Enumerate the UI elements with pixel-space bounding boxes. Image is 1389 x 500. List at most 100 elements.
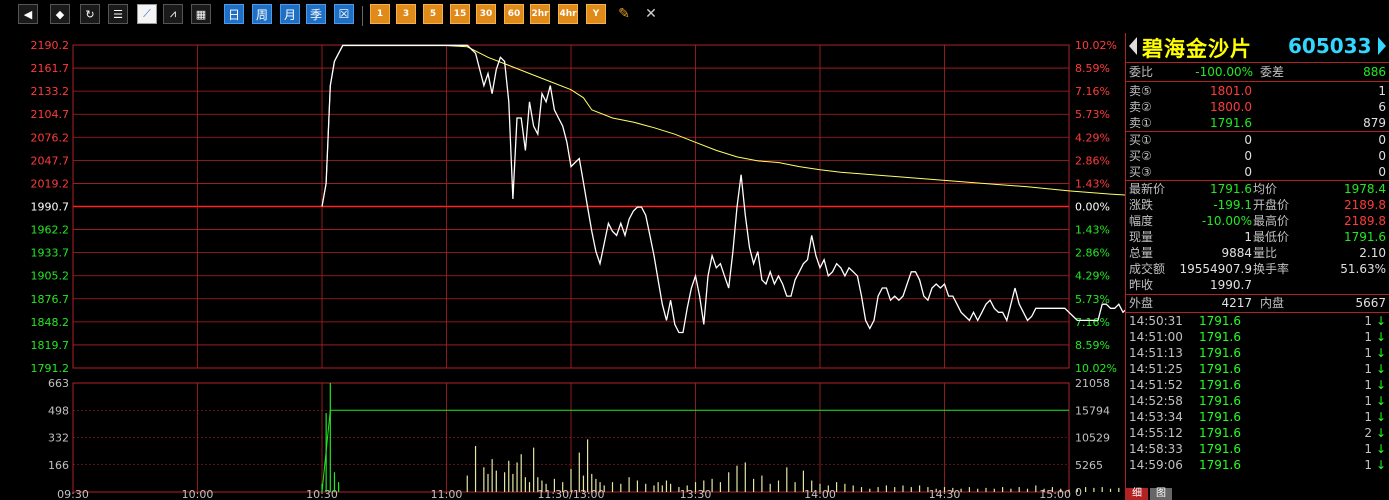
trade-time: 14:51:00 (1129, 330, 1183, 344)
trade-time: 14:58:33 (1129, 442, 1183, 456)
trade-time: 14:52:58 (1129, 394, 1183, 408)
ask-volume: 879 (1363, 116, 1386, 130)
price-tick-label: 2161.7 (31, 62, 70, 75)
quote-panel: 碧海金沙片 605033 委比 -100.00% 委差 886 卖⑤ 1801.0 1 卖② 1… (1125, 33, 1389, 500)
intraday-button[interactable]: ⟋ (137, 4, 157, 24)
down-arrow-icon: ↓ (1375, 314, 1386, 328)
quote-label: 涨跌 (1129, 198, 1154, 212)
trade-volume: 2 (1364, 426, 1372, 440)
trade-volume: 1 (1364, 346, 1372, 360)
ask-row: 卖① 1791.6 879 (1126, 115, 1389, 131)
quote-row: 昨收 1990.7 (1126, 277, 1389, 293)
m60-button[interactable]: 60 (504, 4, 524, 24)
refresh-button[interactable]: ↻ (80, 4, 100, 24)
ask-price: 1800.0 (1210, 100, 1252, 114)
inner-value: 5667 (1355, 296, 1386, 310)
tools-button[interactable]: ✕ (641, 4, 661, 24)
season-button[interactable]: 季 (306, 4, 326, 24)
price-tick-label: 2047.7 (31, 154, 70, 167)
stack-button[interactable]: ◆ (50, 4, 70, 24)
notepad-button[interactable]: ☰ (108, 4, 128, 24)
volume-tick-right: 10529 (1075, 432, 1110, 445)
quote-value: 2189.8 (1344, 198, 1386, 212)
order-diff-value: 886 (1363, 65, 1386, 79)
down-arrow-icon: ↓ (1375, 458, 1386, 472)
year-button[interactable]: Y (586, 4, 606, 24)
quote-label: 成交额 (1129, 262, 1166, 276)
trade-row: 14:55:12 1791.6 2 ↓ (1126, 425, 1389, 441)
h2-button[interactable]: 2hr (530, 4, 550, 24)
price-tick-label: 1990.7 (31, 201, 70, 214)
quote-label: 最新价 (1129, 182, 1166, 196)
pct-tick-label: 4.29% (1075, 131, 1110, 144)
trade-price: 1791.6 (1199, 378, 1241, 392)
draw-button[interactable]: ✎ (614, 4, 634, 24)
quote-value: 2.10 (1359, 246, 1386, 260)
trade-time: 14:51:13 (1129, 346, 1183, 360)
quote-label: 量比 (1253, 246, 1278, 260)
ask-label: 卖⑤ (1129, 84, 1152, 98)
order-ratio-label: 委比 (1129, 65, 1154, 79)
price-tick-label: 2133.2 (31, 85, 70, 98)
bid-row: 买① 0 0 (1126, 132, 1389, 148)
time-tick-label: 11:00 (431, 488, 463, 500)
table-button[interactable]: ▦ (191, 4, 211, 24)
ask-label: 卖② (1129, 100, 1152, 114)
pct-tick-label: 2.86% (1075, 247, 1110, 260)
quote-row: 总量 9884 量比 2.10 (1126, 245, 1389, 261)
price-tick-label: 2104.7 (31, 108, 70, 121)
bid-label: 买② (1129, 149, 1152, 163)
price-tick-label: 2019.2 (31, 177, 70, 190)
pct-tick-label: 8.59% (1075, 339, 1110, 352)
kline-button[interactable]: ⩘ (163, 4, 183, 24)
trade-price: 1791.6 (1199, 330, 1241, 344)
tab-detail[interactable]: 细 (1126, 488, 1148, 500)
quote-value: 1990.7 (1210, 278, 1252, 292)
tab-chart[interactable]: 图 (1150, 488, 1172, 500)
month-button[interactable]: 月 (280, 4, 300, 24)
m1-button[interactable]: 1 (370, 4, 390, 24)
down-arrow-icon: ↓ (1375, 394, 1386, 408)
quote-label: 开盘价 (1253, 198, 1290, 212)
m30-button[interactable]: 30 (476, 4, 496, 24)
bid-price: 0 (1244, 133, 1252, 147)
m5-button[interactable]: 5 (423, 4, 443, 24)
trade-price: 1791.6 (1199, 426, 1241, 440)
price-tick-label: 2076.2 (31, 131, 70, 144)
prev-stock-icon[interactable] (1129, 37, 1137, 55)
next-stock-icon[interactable] (1378, 37, 1386, 55)
down-arrow-icon: ↓ (1375, 378, 1386, 392)
quote-value: 1978.4 (1344, 182, 1386, 196)
quote-value: 1791.6 (1344, 230, 1386, 244)
trade-volume: 1 (1364, 330, 1372, 344)
back-button[interactable]: ◀ (18, 4, 38, 24)
price-tick-label: 2190.2 (31, 39, 70, 52)
day-button[interactable]: 日 (224, 4, 244, 24)
order-diff-label: 委差 (1260, 65, 1285, 79)
pct-tick-label: 1.43% (1075, 224, 1110, 237)
trade-time: 14:51:52 (1129, 378, 1183, 392)
trade-row: 14:50:31 1791.6 1 ↓ (1126, 313, 1389, 329)
trade-time: 14:53:34 (1129, 410, 1183, 424)
multi-button[interactable]: ☒ (334, 4, 354, 24)
ask-volume: 6 (1378, 100, 1386, 114)
trade-price: 1791.6 (1199, 410, 1241, 424)
price-tick-label: 1819.7 (31, 339, 70, 352)
trade-row: 14:51:00 1791.6 1 ↓ (1126, 329, 1389, 345)
week-button[interactable]: 周 (252, 4, 272, 24)
pct-tick-label: 2.86% (1075, 154, 1110, 167)
quote-label: 总量 (1129, 246, 1154, 260)
price-tick-label: 1933.7 (31, 247, 70, 260)
bottom-tabs: 细 图 (1126, 488, 1186, 500)
order-ratio-value: -100.00% (1195, 65, 1253, 79)
price-tick-label: 1848.2 (31, 316, 70, 329)
quote-label: 均价 (1253, 182, 1278, 196)
ask-row: 卖⑤ 1801.0 1 (1126, 83, 1389, 99)
quote-value: -199.1 (1213, 198, 1252, 212)
down-arrow-icon: ↓ (1375, 362, 1386, 376)
trade-volume: 1 (1364, 378, 1372, 392)
m15-button[interactable]: 15 (450, 4, 470, 24)
h4-button[interactable]: 4hr (558, 4, 578, 24)
m3-button[interactable]: 3 (396, 4, 416, 24)
ask-price: 1801.0 (1210, 84, 1252, 98)
